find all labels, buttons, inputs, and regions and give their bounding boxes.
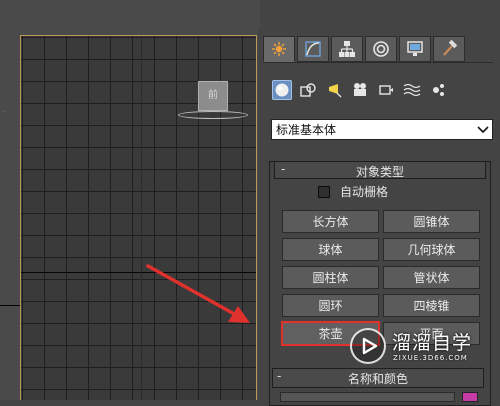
autogrid-option[interactable]: 自动栅格: [318, 183, 388, 200]
category-space-warps[interactable]: [402, 80, 422, 100]
dropdown-selected-value: 标准基本体: [276, 123, 337, 137]
category-helpers[interactable]: [376, 80, 396, 100]
viewcube[interactable]: 前: [176, 81, 256, 126]
perspective-viewport[interactable]: 前: [20, 35, 257, 400]
pyramid-button[interactable]: 四棱锥: [383, 294, 480, 317]
space-warps-icon: [403, 83, 421, 97]
watermark-title: 溜溜自学: [392, 332, 473, 354]
tab-display[interactable]: [399, 36, 431, 62]
category-shapes[interactable]: [298, 80, 318, 100]
category-lights[interactable]: [324, 80, 344, 100]
tab-motion[interactable]: [365, 36, 397, 62]
play-logo-icon: [350, 328, 386, 364]
viewcube-face[interactable]: 前: [198, 81, 228, 111]
monitor-icon: [407, 41, 423, 56]
viewcube-ring[interactable]: [178, 111, 248, 119]
sun-burst-icon: [272, 42, 286, 56]
grid-axis-y: [141, 36, 142, 400]
curve-icon: [305, 41, 321, 57]
cylinder-button[interactable]: 圆柱体: [282, 266, 379, 289]
category-row: [272, 80, 448, 100]
geometry-type-dropdown[interactable]: 标准基本体: [271, 119, 493, 140]
hammer-icon: [443, 40, 458, 56]
tab-underline: [263, 62, 493, 63]
collapse-icon[interactable]: -: [277, 369, 281, 383]
category-cameras[interactable]: [350, 80, 370, 100]
shapes-icon: [300, 83, 316, 97]
helpers-icon: [379, 85, 393, 95]
viewport-dot: .: [3, 105, 6, 115]
cone-button[interactable]: 圆锥体: [383, 210, 480, 233]
viewport-left-axis: [0, 305, 20, 306]
grid-axis-x: [21, 272, 256, 273]
category-geometry[interactable]: [272, 80, 292, 100]
systems-icon: [433, 84, 444, 96]
watermark: 溜溜自学 ZIXUE.3D66.COM: [350, 318, 495, 370]
tab-modify[interactable]: [297, 36, 329, 62]
box-button[interactable]: 长方体: [282, 210, 379, 233]
watermark-url: ZIXUE.3D66.COM: [393, 354, 468, 362]
hierarchy-icon: [339, 41, 355, 57]
name-color-rollout-header[interactable]: - 名称和颜色: [272, 368, 484, 388]
viewport-left-edge: .: [0, 35, 20, 400]
autogrid-label: 自动栅格: [340, 185, 389, 199]
motion-circle-icon: [373, 41, 389, 57]
object-color-swatch[interactable]: [462, 392, 478, 402]
object-name-field[interactable]: [280, 392, 455, 402]
sphere-button[interactable]: 球体: [282, 238, 379, 261]
torus-button[interactable]: 圆环: [282, 294, 379, 317]
lights-icon: [329, 84, 342, 98]
category-systems[interactable]: [428, 80, 448, 100]
tab-hierarchy[interactable]: [331, 36, 363, 62]
command-panel-tabs: [263, 36, 465, 64]
geosphere-button[interactable]: 几何球体: [383, 238, 480, 261]
geometry-sphere-icon: [275, 83, 289, 97]
name-color-title: 名称和颜色: [348, 372, 409, 386]
chevron-down-icon[interactable]: [474, 120, 492, 139]
object-type-title: 对象类型: [355, 165, 404, 179]
tube-button[interactable]: 管状体: [383, 266, 480, 289]
cameras-icon: [354, 83, 366, 96]
tab-create[interactable]: [263, 36, 295, 62]
autogrid-checkbox[interactable]: [318, 185, 330, 198]
object-type-header[interactable]: - 对象类型: [274, 161, 486, 179]
tab-utilities[interactable]: [433, 36, 465, 62]
